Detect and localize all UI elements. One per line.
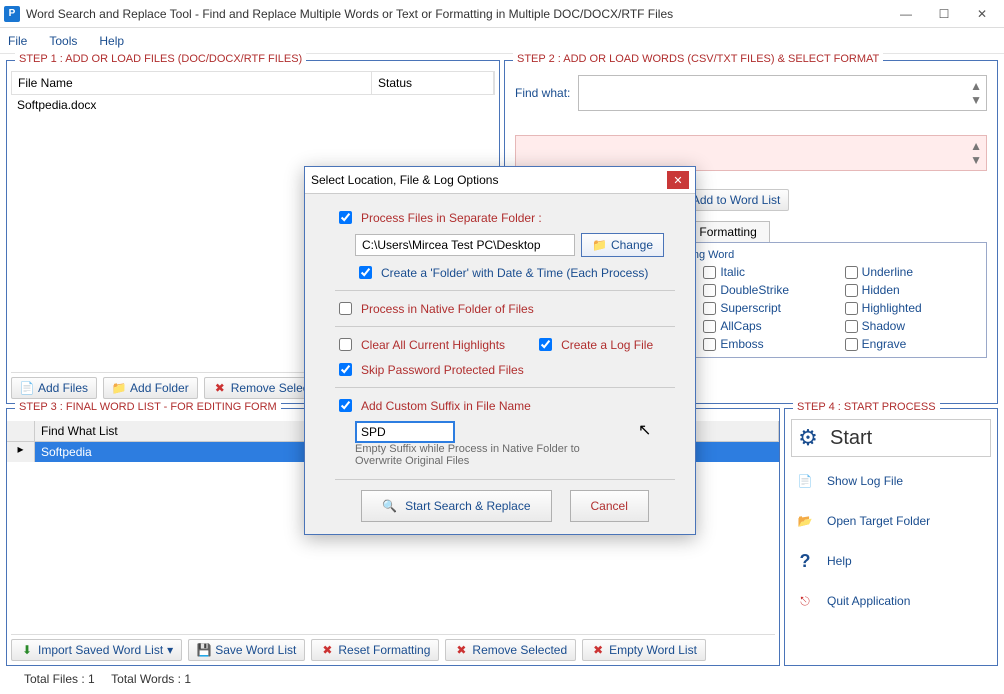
options-dialog: Select Location, File & Log Options ✕ Pr… bbox=[304, 166, 696, 535]
window-title: Word Search and Replace Tool - Find and … bbox=[26, 7, 888, 21]
chk-clear-highlights[interactable] bbox=[339, 338, 352, 351]
dialog-title: Select Location, File & Log Options bbox=[311, 173, 667, 187]
help-icon: ? bbox=[793, 549, 817, 573]
chk-process-separate[interactable] bbox=[339, 211, 352, 224]
step4-title: STEP 4 : START PROCESS bbox=[793, 401, 940, 413]
exit-icon: ⎋ bbox=[793, 589, 817, 613]
import-icon: ⬇ bbox=[20, 643, 34, 657]
quit-button[interactable]: ⎋ Quit Application bbox=[791, 585, 991, 617]
chk-add-suffix[interactable] bbox=[339, 399, 352, 412]
start-search-replace-button[interactable]: 🔍Start Search & Replace bbox=[361, 490, 551, 522]
empty-icon: ✖ bbox=[591, 643, 605, 657]
save-icon: 💾 bbox=[197, 643, 211, 657]
log-icon: 📄 bbox=[793, 469, 817, 493]
chk-underline[interactable]: Underline bbox=[845, 265, 980, 279]
step1-title: STEP 1 : ADD OR LOAD FILES (DOC/DOCX/RTF… bbox=[15, 53, 306, 65]
add-files-button[interactable]: 📄Add Files bbox=[11, 377, 97, 399]
table-row[interactable]: Softpedia.docx bbox=[11, 95, 495, 115]
add-folder-icon: 📁 bbox=[112, 381, 126, 395]
menu-help[interactable]: Help bbox=[99, 34, 124, 48]
menubar: File Tools Help bbox=[0, 28, 1004, 54]
chk-engrave[interactable]: Engrave bbox=[845, 337, 980, 351]
dialog-close-button[interactable]: ✕ bbox=[667, 171, 689, 189]
dialog-titlebar[interactable]: Select Location, File & Log Options ✕ bbox=[305, 167, 695, 194]
chk-emboss[interactable]: Emboss bbox=[703, 337, 838, 351]
import-word-list-button[interactable]: ⬇Import Saved Word List ▾ bbox=[11, 639, 182, 661]
remove-selected-s3-button[interactable]: ✖Remove Selected bbox=[445, 639, 576, 661]
chk-highlighted[interactable]: Highlighted bbox=[845, 301, 980, 315]
titlebar: P Word Search and Replace Tool - Find an… bbox=[0, 0, 1004, 28]
step3-title: STEP 3 : FINAL WORD LIST - FOR EDITING F… bbox=[15, 401, 281, 413]
minimize-button[interactable]: — bbox=[888, 4, 924, 24]
menu-file[interactable]: File bbox=[8, 34, 27, 48]
suffix-hint: Empty Suffix while Process in Native Fol… bbox=[355, 443, 595, 467]
cell-filename: Softpedia.docx bbox=[17, 98, 377, 112]
chk-superscript[interactable]: Superscript bbox=[703, 301, 838, 315]
path-display: C:\Users\Mircea Test PC\Desktop bbox=[355, 234, 575, 256]
row-marker: ▸ bbox=[7, 442, 35, 462]
menu-tools[interactable]: Tools bbox=[49, 34, 77, 48]
open-target-button[interactable]: 📂 Open Target Folder bbox=[791, 505, 991, 537]
chk-shadow[interactable]: Shadow bbox=[845, 319, 980, 333]
chk-create-log[interactable] bbox=[539, 338, 552, 351]
find-what-input[interactable]: ▲▼ bbox=[578, 75, 987, 111]
chk-allcaps[interactable]: AllCaps bbox=[703, 319, 838, 333]
chk-skip-password[interactable] bbox=[339, 363, 352, 376]
suffix-input[interactable] bbox=[355, 421, 455, 443]
maximize-button[interactable]: ☐ bbox=[926, 4, 962, 24]
close-button[interactable]: ✕ bbox=[964, 4, 1000, 24]
total-files-value: 1 bbox=[88, 672, 95, 686]
add-files-icon: 📄 bbox=[20, 381, 34, 395]
empty-word-list-button[interactable]: ✖Empty Word List bbox=[582, 639, 706, 661]
chk-create-folder-dt[interactable] bbox=[359, 266, 372, 279]
folder-open-icon: 📂 bbox=[793, 509, 817, 533]
change-folder-button[interactable]: 📁Change bbox=[581, 233, 664, 257]
reset-icon: ✖ bbox=[320, 643, 334, 657]
search-icon: 🔍 bbox=[382, 499, 397, 513]
chk-italic[interactable]: Italic bbox=[703, 265, 838, 279]
step4-panel: STEP 4 : START PROCESS ⚙ Start 📄 Show Lo… bbox=[784, 408, 998, 666]
step2-title: STEP 2 : ADD OR LOAD WORDS (CSV/TXT FILE… bbox=[513, 53, 883, 65]
save-word-list-button[interactable]: 💾Save Word List bbox=[188, 639, 305, 661]
start-button[interactable]: ⚙ Start bbox=[791, 419, 991, 457]
add-folder-button[interactable]: 📁Add Folder bbox=[103, 377, 198, 399]
cancel-button[interactable]: Cancel bbox=[570, 490, 649, 522]
find-what-label: Find what: bbox=[515, 86, 570, 100]
chk-hidden[interactable]: Hidden bbox=[845, 283, 980, 297]
reset-formatting-button[interactable]: ✖Reset Formatting bbox=[311, 639, 439, 661]
total-words-value: 1 bbox=[184, 672, 191, 686]
app-icon: P bbox=[4, 6, 20, 22]
step1-table-header: File Name Status bbox=[11, 71, 495, 95]
chk-process-native[interactable] bbox=[339, 302, 352, 315]
cell-status bbox=[377, 98, 489, 112]
chk-doublestrike[interactable]: DoubleStrike bbox=[703, 283, 838, 297]
col-filename[interactable]: File Name bbox=[12, 72, 372, 94]
gear-icon: ⚙ bbox=[796, 426, 820, 450]
totals-bar: Total Files : 1 Total Words : 1 bbox=[4, 668, 1000, 690]
help-button[interactable]: ? Help bbox=[791, 545, 991, 577]
remove-s3-icon: ✖ bbox=[454, 643, 468, 657]
show-log-button[interactable]: 📄 Show Log File bbox=[791, 465, 991, 497]
remove-icon: ✖ bbox=[213, 381, 227, 395]
folder-icon: 📁 bbox=[592, 238, 607, 252]
col-status[interactable]: Status bbox=[372, 72, 494, 94]
